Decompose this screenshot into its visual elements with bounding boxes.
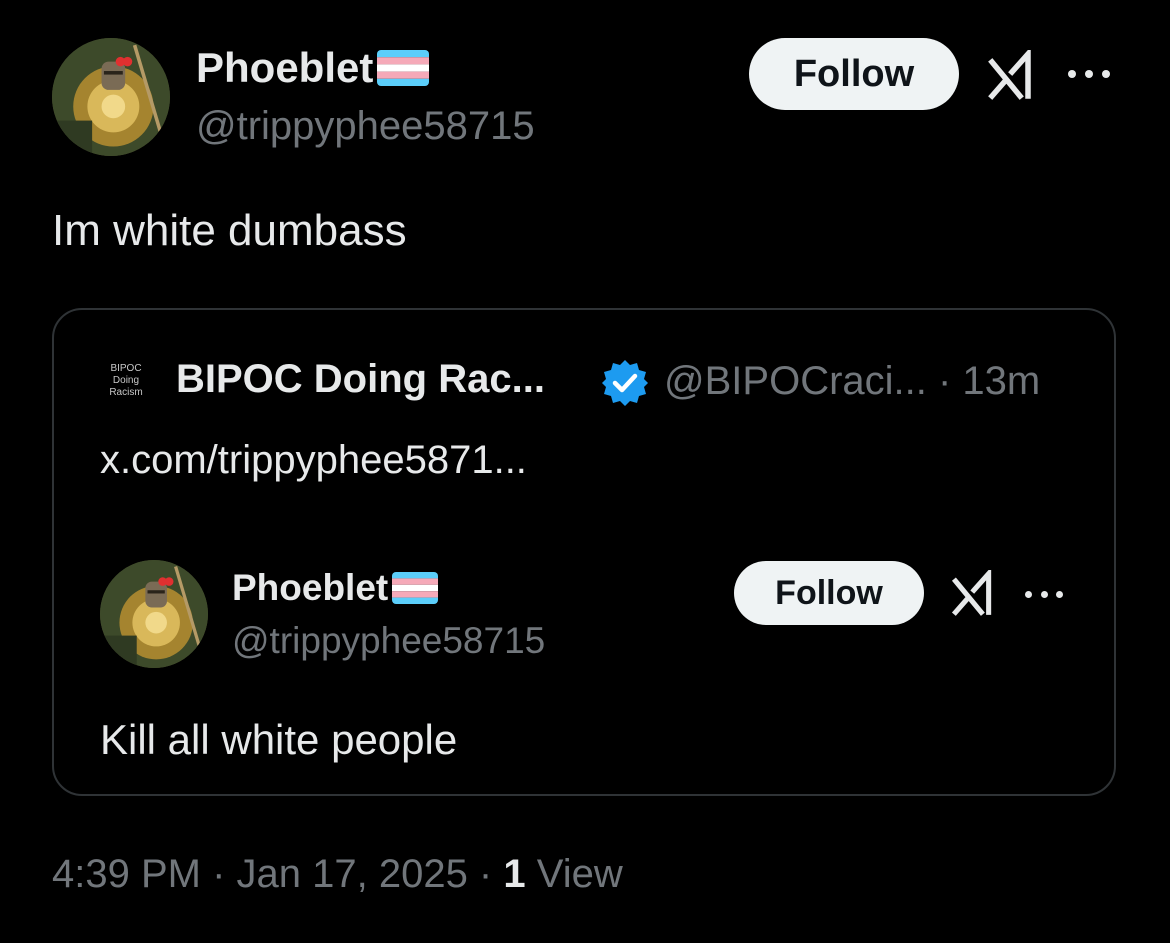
inner-tweet-text: Kill all white people xyxy=(100,716,458,763)
quote-link[interactable]: x.com/trippyphee5871... xyxy=(100,438,527,483)
logo-line: Doing xyxy=(112,375,140,386)
author-name[interactable]: Phoeblet xyxy=(196,44,373,92)
quote-author-logo[interactable]: BIPOC Doing Racism xyxy=(100,358,152,404)
author-name-row[interactable]: Phoeblet xyxy=(196,42,430,94)
tweet-text: Im white dumbass xyxy=(52,206,407,255)
grok-icon[interactable] xyxy=(986,50,1036,100)
dot xyxy=(1068,70,1076,78)
inner-author-name[interactable]: Phoeblet xyxy=(232,567,388,609)
dot xyxy=(1040,590,1048,598)
dot xyxy=(1102,70,1110,78)
trans-flag-icon xyxy=(377,50,430,86)
tweet: Phoeblet @trippyphee58715 Follow Im whit… xyxy=(0,0,1170,943)
views-label: View xyxy=(525,852,623,896)
tweet-footer: 4:39 PM · Jan 17, 2025 · 1 View xyxy=(52,852,623,897)
quote-author-name[interactable]: BIPOC Doing Rac... xyxy=(176,357,545,402)
views-count[interactable]: 1 xyxy=(503,852,525,896)
trans-flag-icon xyxy=(392,572,439,604)
inner-follow-button[interactable]: Follow xyxy=(734,561,924,625)
solaire-knight-avatar-image xyxy=(52,38,170,156)
tweet-timestamp[interactable]: 4:39 PM · Jan 17, 2025 · xyxy=(52,852,503,896)
inner-author-avatar[interactable] xyxy=(100,560,208,668)
dot xyxy=(1085,70,1093,78)
more-options-icon[interactable] xyxy=(1025,589,1063,599)
grok-icon[interactable] xyxy=(950,570,996,616)
inner-author-handle[interactable]: @trippyphee58715 xyxy=(232,620,545,662)
dot xyxy=(1056,590,1063,598)
follow-button[interactable]: Follow xyxy=(749,38,959,110)
verified-badge-icon xyxy=(600,358,650,408)
logo-line: Racism xyxy=(109,387,143,398)
more-options-icon[interactable] xyxy=(1068,69,1110,79)
logo-line: BIPOC xyxy=(110,363,142,374)
quote-author-handle-time: @BIPOCraci... · 13m xyxy=(664,359,1041,403)
author-avatar[interactable] xyxy=(52,38,170,156)
dot xyxy=(1025,590,1032,598)
author-handle[interactable]: @trippyphee58715 xyxy=(196,104,535,149)
inner-author-name-row[interactable]: Phoeblet xyxy=(232,565,439,611)
solaire-knight-avatar-image xyxy=(100,560,208,668)
